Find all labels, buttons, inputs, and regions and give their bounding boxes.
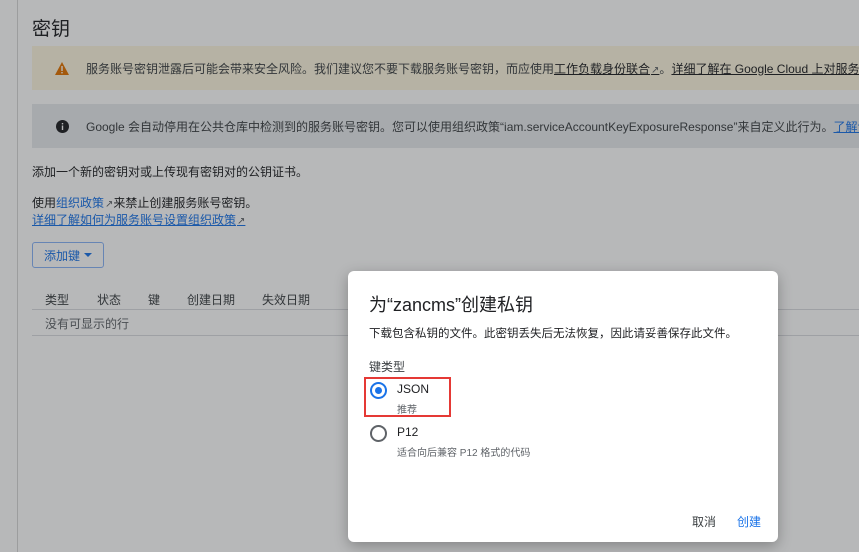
option-hint: 适合向后兼容 P12 格式的代码 [397,448,531,459]
radio-button[interactable] [370,425,387,442]
dialog-title: 为“zancms”创建私钥 [369,295,534,315]
dialog-description: 下载包含私钥的文件。此密钥丢失后无法恢复，因此请妥善保存此文件。 [369,328,737,340]
key-type-label: 键类型 [369,360,406,374]
option-label: P12 [397,425,419,439]
json-highlight-box [364,377,451,417]
cancel-button[interactable]: 取消 [692,513,716,530]
create-button[interactable]: 创建 [737,513,761,530]
